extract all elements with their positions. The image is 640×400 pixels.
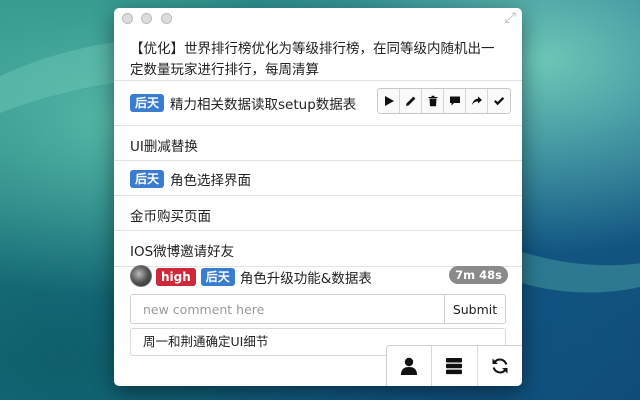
trash-icon[interactable]	[422, 89, 444, 113]
bottom-toolbar	[386, 345, 522, 386]
comment-input[interactable]	[131, 295, 444, 323]
refresh-icon[interactable]	[478, 346, 522, 386]
task-text: UI删减替换	[130, 139, 198, 155]
active-task[interactable]: high 后天 角色升级功能&数据表	[156, 267, 372, 287]
pencil-icon[interactable]	[400, 89, 422, 113]
user-icon[interactable]	[387, 346, 433, 386]
task-text: 精力相关数据读取setup数据表	[170, 97, 357, 113]
task-item[interactable]: 后天 角色选择界面	[114, 161, 522, 196]
play-icon[interactable]	[378, 89, 400, 113]
submit-button[interactable]: Submit	[444, 295, 505, 323]
share-icon[interactable]	[466, 89, 488, 113]
server-icon[interactable]	[432, 346, 478, 386]
task-toolbar	[377, 88, 511, 114]
minimize-window-button[interactable]	[141, 13, 152, 24]
avatar	[130, 265, 152, 287]
timer-badge: 7m 48s	[449, 266, 508, 284]
task-item-selected[interactable]: 后天 精力相关数据读取setup数据表	[114, 81, 522, 126]
task-text: 角色升级功能&数据表	[239, 271, 372, 287]
comment-form: Submit	[130, 294, 506, 324]
due-badge: 后天	[200, 268, 235, 286]
titlebar: ⤢	[114, 8, 522, 30]
task-window: ⤢ 【优化】世界排行榜优化为等级排行榜，在同等级内随机出一定数量玩家进行排行，每…	[114, 8, 522, 386]
comment-icon[interactable]	[444, 89, 466, 113]
task-item[interactable]: IOS微博邀请好友	[114, 231, 522, 267]
expand-icon[interactable]: ⤢	[505, 10, 516, 26]
task-item[interactable]: UI删减替换	[114, 126, 522, 161]
due-badge: 后天	[130, 94, 165, 112]
task-text: 角色选择界面	[170, 173, 252, 189]
task-item[interactable]: 【优化】世界排行榜优化为等级排行榜，在同等级内随机出一定数量玩家进行排行，每周清…	[114, 30, 522, 81]
task-text: 金币购买页面	[130, 209, 211, 225]
close-window-button[interactable]	[122, 13, 133, 24]
zoom-window-button[interactable]	[161, 13, 172, 24]
task-text: 【优化】世界排行榜优化为等级排行榜，在同等级内随机出一定数量玩家进行排行，每周清…	[130, 41, 495, 78]
task-item[interactable]: 金币购买页面	[114, 196, 522, 231]
due-badge: 后天	[130, 170, 165, 188]
task-text: IOS微博邀请好友	[130, 244, 235, 260]
check-icon[interactable]	[488, 89, 510, 113]
priority-badge: high	[156, 268, 196, 286]
